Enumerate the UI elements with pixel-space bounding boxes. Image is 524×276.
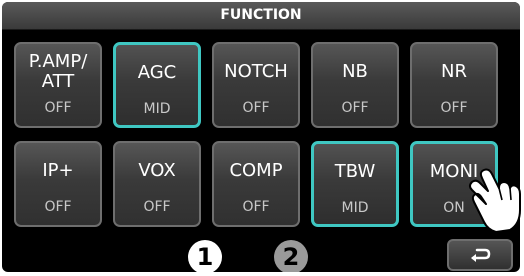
- function-screen: FUNCTION P.AMP/ ATT OFF AGC MID NOTCH OF…: [2, 2, 520, 272]
- function-button-label: IP+: [42, 160, 74, 181]
- function-button-value: OFF: [242, 100, 270, 116]
- function-button-label: NOTCH: [224, 61, 288, 82]
- function-button-value: OFF: [44, 100, 72, 116]
- function-button-value: OFF: [341, 100, 369, 116]
- function-button-label: COMP: [229, 160, 283, 181]
- function-button-label: AGC: [137, 62, 177, 83]
- function-button-vox[interactable]: VOX OFF: [113, 141, 201, 227]
- function-button-label: TBW: [334, 161, 376, 182]
- function-button-nr[interactable]: NR OFF: [410, 42, 498, 128]
- screen-title: FUNCTION: [220, 7, 302, 23]
- pointing-hand-icon: [469, 168, 521, 233]
- function-button-ip-plus[interactable]: IP+ OFF: [14, 141, 102, 227]
- function-button-label: VOX: [138, 160, 176, 181]
- function-button-value: OFF: [143, 199, 171, 215]
- function-button-value: OFF: [44, 199, 72, 215]
- return-button[interactable]: [447, 239, 513, 271]
- function-button-notch[interactable]: NOTCH OFF: [212, 42, 300, 128]
- function-button-value: OFF: [440, 100, 468, 116]
- function-button-value: MID: [143, 101, 171, 117]
- function-button-agc[interactable]: AGC MID: [113, 42, 201, 128]
- function-button-label: NB: [342, 61, 368, 82]
- function-button-nb[interactable]: NB OFF: [311, 42, 399, 128]
- page-indicator-1[interactable]: 1: [188, 240, 222, 272]
- function-button-value: MID: [341, 200, 369, 216]
- title-bar: FUNCTION: [2, 2, 520, 30]
- return-arrow-icon: [471, 248, 491, 262]
- function-button-comp[interactable]: COMP OFF: [212, 141, 300, 227]
- function-button-label: NR: [441, 61, 467, 82]
- function-button-label: P.AMP/ ATT: [28, 51, 88, 92]
- function-button-pamp-att[interactable]: P.AMP/ ATT OFF: [14, 42, 102, 128]
- function-button-value: OFF: [242, 199, 270, 215]
- function-button-tbw[interactable]: TBW MID: [311, 141, 399, 227]
- page-indicator-2[interactable]: 2: [274, 240, 308, 272]
